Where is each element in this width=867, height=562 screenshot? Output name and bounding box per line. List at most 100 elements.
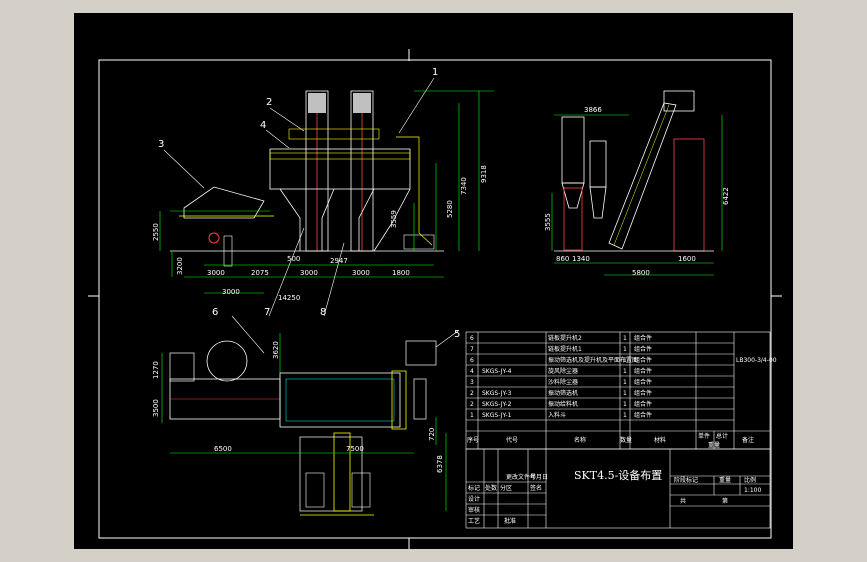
part-label-8: 8 xyxy=(320,307,326,318)
bom-row: 2 SKGS-JY-3 振动筛选机 1 组合件 xyxy=(470,389,652,397)
svg-text:序号: 序号 xyxy=(467,436,479,444)
stage-label: 阶段标记 xyxy=(674,476,698,484)
bom-row: 7 链板提升机1 1 组合件 xyxy=(470,345,652,353)
svg-text:链板提升机1: 链板提升机1 xyxy=(548,345,582,353)
svg-text:2: 2 xyxy=(470,390,474,397)
svg-text:1: 1 xyxy=(623,335,627,342)
svg-text:组合件: 组合件 xyxy=(634,411,652,419)
svg-text:LB300-3/4-00: LB300-3/4-00 xyxy=(736,357,777,364)
plan-view: 1270 3500 6500 3620 7500 6378 720 5 xyxy=(152,329,460,516)
svg-text:3: 3 xyxy=(470,379,474,386)
mark-label: 签名 xyxy=(530,484,542,492)
svg-text:材料: 材料 xyxy=(654,436,666,444)
dim-side-0: 3866 xyxy=(584,106,602,114)
page-label: 第 xyxy=(722,497,728,505)
part-label-2: 2 xyxy=(266,97,272,108)
svg-text:1: 1 xyxy=(623,368,627,375)
bom-row: 4 SKGS-JY-4 旋风除尘器 1 组合件 xyxy=(470,367,652,375)
svg-text:4: 4 xyxy=(470,368,474,375)
svg-text:组合件: 组合件 xyxy=(634,367,652,375)
dim-elev-6: 1800 xyxy=(392,269,410,277)
svg-text:1: 1 xyxy=(623,346,627,353)
role-label: 工艺 xyxy=(468,517,480,525)
dim-plan-0: 1270 xyxy=(152,361,160,379)
dim-elev-1: 2075 xyxy=(251,269,269,277)
svg-text:组合件: 组合件 xyxy=(634,400,652,408)
mark-label: 标记 xyxy=(468,484,480,492)
dim-plan-1: 3500 xyxy=(152,399,160,417)
dim-elev-3: 3000 xyxy=(300,269,318,277)
svg-text:1: 1 xyxy=(623,390,627,397)
part-label-5: 5 xyxy=(454,329,460,340)
dim-elev-8: 3000 xyxy=(222,288,240,296)
svg-text:总计: 总计 xyxy=(716,432,728,440)
svg-text:代号: 代号 xyxy=(506,436,518,444)
dim-elev-9: 3200 xyxy=(176,257,184,275)
role-label: 批准 xyxy=(504,517,516,525)
sheet-label: 共 xyxy=(680,497,686,505)
mark-label: 处数 xyxy=(485,484,497,492)
bom-row: 3 沙料除尘器 1 组合件 xyxy=(470,378,652,386)
dim-elev-5: 3000 xyxy=(352,269,370,277)
dim-plan-6: 720 xyxy=(428,428,436,441)
bom-table xyxy=(465,331,771,450)
part-label-1: 1 xyxy=(432,67,438,78)
svg-text:振动筛选机: 振动筛选机 xyxy=(548,389,578,397)
svg-text:振动给料机: 振动给料机 xyxy=(548,400,578,408)
svg-text:SKGS-JY-3: SKGS-JY-3 xyxy=(482,390,512,397)
bom-rows: 6 链板提升机2 1 组合件 7 链板提升机1 1 组合件 6 振动筛选机及提升… xyxy=(467,334,777,449)
drawing-title: SKT4.5-设备布置 xyxy=(574,468,662,482)
svg-text:单件: 单件 xyxy=(698,432,710,440)
mark-label: 年月日 xyxy=(530,473,548,481)
part-label-7: 7 xyxy=(264,307,270,318)
weight-label: 重量 xyxy=(719,476,731,484)
dim-plan-3: 3620 xyxy=(272,341,280,359)
dim-elev-2: 500 xyxy=(287,255,300,263)
svg-text:SKGS-JY-2: SKGS-JY-2 xyxy=(482,401,512,408)
svg-text:1: 1 xyxy=(623,412,627,419)
svg-text:旋风除尘器: 旋风除尘器 xyxy=(548,367,578,375)
part-label-4: 4 xyxy=(260,120,266,131)
svg-text:备注: 备注 xyxy=(742,436,754,444)
dim-side-5: 5800 xyxy=(632,269,650,277)
dim-elev-10: 2550 xyxy=(152,223,160,241)
dim-side-1: 6422 xyxy=(722,187,730,205)
svg-text:沙料除尘器: 沙料除尘器 xyxy=(548,378,578,386)
side-view: 3866 6422 3555 860 1340 5800 1600 xyxy=(544,90,730,277)
bom-header: 序号 代号 名称 数量 材料 单件 总计 重量 备注 xyxy=(467,432,754,449)
svg-text:2: 2 xyxy=(470,401,474,408)
part-label-6: 6 xyxy=(212,307,218,318)
bom-row: 2 SKGS-JY-2 振动给料机 1 组合件 xyxy=(470,400,652,408)
svg-text:组合件: 组合件 xyxy=(634,345,652,353)
svg-text:组合件: 组合件 xyxy=(634,389,652,397)
bom-row: 1 SKGS-JY-1 入料斗 1 组合件 xyxy=(470,411,652,419)
svg-text:组合件: 组合件 xyxy=(634,378,652,386)
dim-elev-11: 9318 xyxy=(480,165,488,183)
dim-plan-2: 6500 xyxy=(214,445,232,453)
bom-row: 6 链板提升机2 1 组合件 xyxy=(470,334,652,342)
dim-side-2: 3555 xyxy=(544,213,552,231)
svg-text:组合件: 组合件 xyxy=(634,356,652,364)
svg-text:SKGS-JY-1: SKGS-JY-1 xyxy=(482,412,512,419)
dim-plan-5: 6378 xyxy=(436,455,444,473)
svg-text:数量: 数量 xyxy=(620,436,632,444)
ratio-label: 比例 xyxy=(744,476,756,484)
svg-text:1: 1 xyxy=(623,357,627,364)
svg-text:链板提升机2: 链板提升机2 xyxy=(548,334,582,342)
dim-elev-14: 3559 xyxy=(390,210,398,228)
svg-text:1: 1 xyxy=(623,401,627,408)
dim-elev-0: 3000 xyxy=(207,269,225,277)
svg-text:名称: 名称 xyxy=(574,436,586,444)
svg-text:6: 6 xyxy=(470,335,474,342)
dim-elev-12: 7340 xyxy=(460,177,468,195)
role-label: 设计 xyxy=(468,495,480,503)
part-label-3: 3 xyxy=(158,139,164,150)
dim-elev-13: 5280 xyxy=(446,200,454,218)
drawing-sheet: 3000 2075 500 3000 2947 3000 1800 14250 … xyxy=(74,13,793,549)
svg-text:1: 1 xyxy=(470,412,474,419)
svg-text:7: 7 xyxy=(470,346,474,353)
dim-side-6: 1600 xyxy=(678,255,696,263)
svg-text:1: 1 xyxy=(623,379,627,386)
svg-text:入料斗: 入料斗 xyxy=(548,411,566,419)
svg-text:6: 6 xyxy=(470,357,474,364)
